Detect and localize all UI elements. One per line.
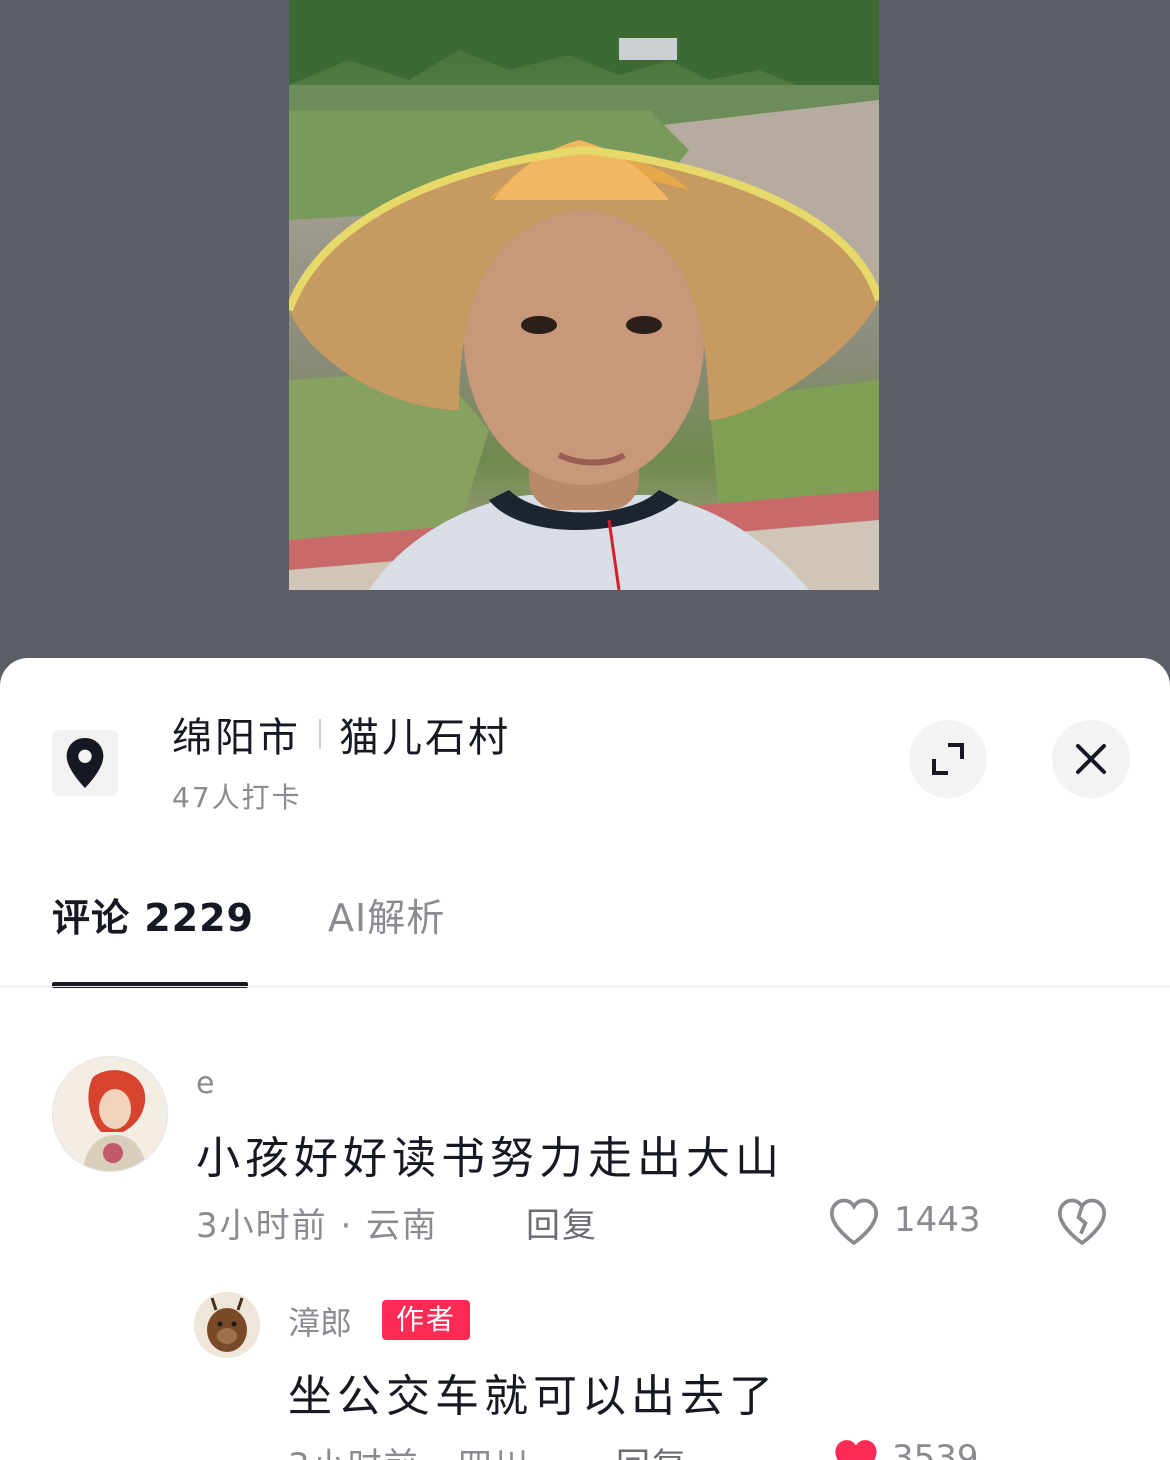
expand-button[interactable] (909, 720, 987, 798)
reply-button[interactable]: 回复 (526, 1198, 598, 1247)
heart-icon[interactable] (826, 1194, 882, 1250)
broken-heart-icon[interactable] (1054, 1194, 1110, 1250)
media-backdrop (0, 0, 1170, 680)
active-tab-indicator (52, 982, 248, 988)
post-photo[interactable] (289, 0, 879, 590)
location-village: 猫儿石村 (339, 715, 511, 761)
tab-comments[interactable]: 评论 2229 (52, 888, 254, 948)
location-separator (319, 719, 321, 749)
tab-bar: 评论 2229 AI解析 (0, 888, 1170, 988)
reply-meta: 3小时前 · 四川 (288, 1438, 530, 1460)
like-count: 1443 (894, 1200, 981, 1240)
like-count: 3539 (892, 1438, 979, 1460)
reply-text: 坐公交车就可以出去了 (288, 1371, 778, 1422)
avatar[interactable] (194, 1292, 260, 1358)
reply-username[interactable]: 漳郎 (288, 1298, 352, 1344)
location-title[interactable]: 绵阳市 猫儿石村 (172, 706, 511, 762)
location-pin-icon (66, 738, 104, 788)
comment-text: 小孩好好读书努力走出大山 (196, 1133, 784, 1184)
location-checkins: 47人打卡 (172, 781, 302, 814)
close-button[interactable] (1052, 720, 1130, 798)
expand-icon (932, 743, 964, 775)
tab-divider (0, 986, 1170, 987)
comment-meta: 3小时前 · 云南 (196, 1206, 439, 1246)
close-icon (1076, 744, 1106, 774)
tab-ai-analysis[interactable]: AI解析 (328, 888, 445, 948)
comment-sheet: 绵阳市 猫儿石村 47人打卡 评论 2229 AI解析 e 小孩好好读书努力走出… (0, 658, 1170, 1460)
screen: 绵阳市 猫儿石村 47人打卡 评论 2229 AI解析 e 小孩好好读书努力走出… (0, 0, 1170, 1460)
heart-filled-icon[interactable] (830, 1434, 882, 1460)
location-city: 绵阳市 (172, 715, 301, 761)
location-pin-box (52, 730, 118, 796)
avatar[interactable] (52, 1056, 168, 1172)
reply-button[interactable]: 回复 (616, 1438, 688, 1460)
author-badge: 作者 (382, 1300, 471, 1340)
comment-username[interactable]: e (196, 1066, 214, 1101)
